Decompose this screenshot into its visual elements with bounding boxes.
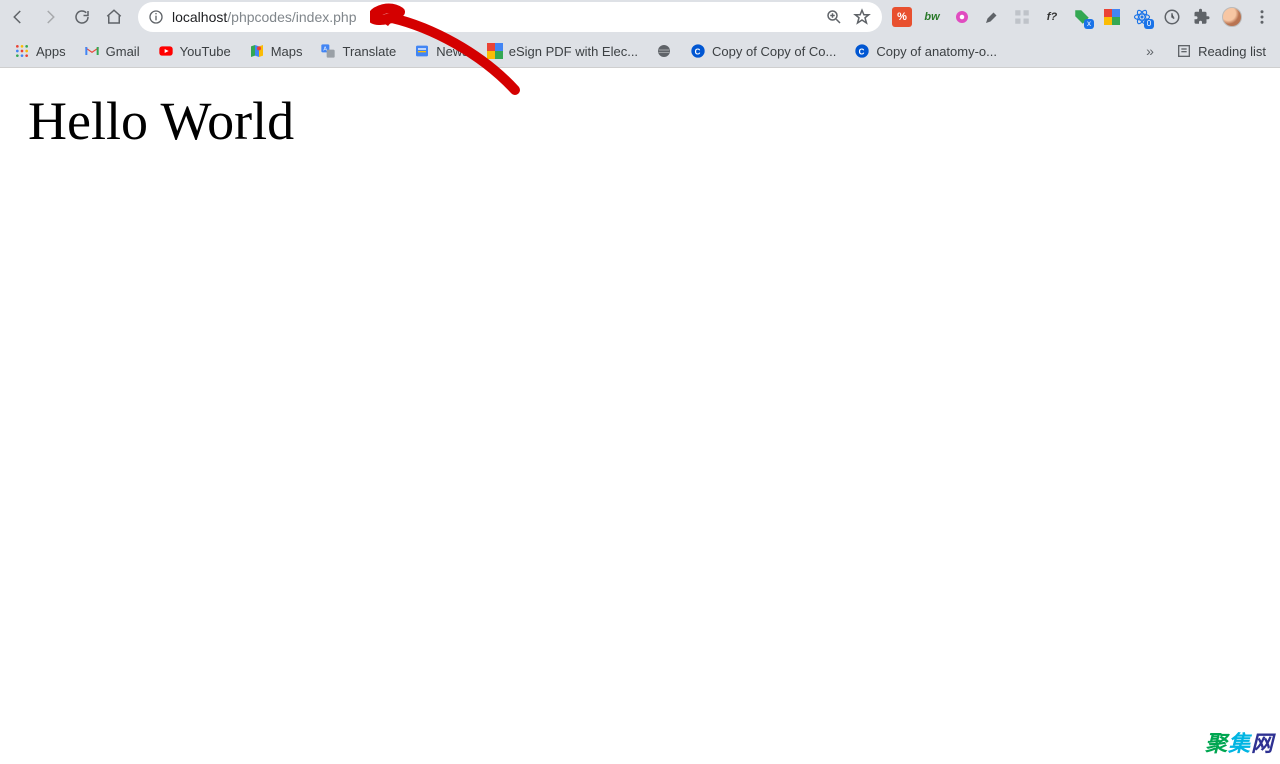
bookmark-youtube[interactable]: YouTube	[152, 39, 237, 63]
browser-chrome: localhost/phpcodes/index.php % bw f?	[0, 0, 1280, 68]
reading-list-icon	[1176, 43, 1192, 59]
profile-avatar[interactable]	[1222, 7, 1242, 27]
bookmark-label: Copy of anatomy-o...	[876, 44, 997, 59]
globe-icon	[656, 43, 672, 59]
arrow-left-icon	[9, 8, 27, 26]
bookmark-label: News	[436, 44, 469, 59]
home-button[interactable]	[100, 3, 128, 31]
site-info-icon[interactable]	[148, 9, 164, 25]
ext-record-icon[interactable]	[952, 7, 972, 27]
page-heading: Hello World	[28, 90, 1252, 152]
page-content: Hello World	[0, 68, 1280, 174]
arrow-right-icon	[41, 8, 59, 26]
maps-icon	[249, 43, 265, 59]
ext-whatfont-icon[interactable]: f?	[1042, 7, 1062, 27]
chevron-right-icon: »	[1142, 43, 1158, 59]
bookmark-label: Maps	[271, 44, 303, 59]
watermark: 聚集网	[1205, 726, 1274, 758]
chrome-menu-icon[interactable]	[1252, 7, 1272, 27]
extensions-puzzle-icon[interactable]	[1192, 7, 1212, 27]
ext-colors-icon[interactable]	[1102, 7, 1122, 27]
ext-red-icon[interactable]: %	[892, 7, 912, 27]
svg-text:C: C	[695, 47, 701, 56]
youtube-icon	[158, 43, 174, 59]
bookmarks-bar: Apps Gmail YouTube Maps A Translate	[0, 34, 1280, 68]
ext-react-icon[interactable]: 0	[1132, 7, 1152, 27]
address-bar[interactable]: localhost/phpcodes/index.php	[138, 2, 882, 32]
esign-icon	[487, 43, 503, 59]
bookmark-gmail[interactable]: Gmail	[78, 39, 146, 63]
url-path: /phpcodes/index.php	[227, 9, 356, 25]
reading-list-button[interactable]: Reading list	[1170, 39, 1272, 63]
url-text: localhost/phpcodes/index.php	[172, 9, 356, 25]
coursera-icon: C	[690, 43, 706, 59]
ext-tag-icon[interactable]: x	[1072, 7, 1092, 27]
reload-button[interactable]	[68, 3, 96, 31]
gmail-icon	[84, 43, 100, 59]
bookmark-copy2[interactable]: C Copy of anatomy-o...	[848, 39, 1003, 63]
news-icon	[414, 43, 430, 59]
ext-tag-badge: x	[1084, 19, 1094, 29]
extension-icons: % bw f? x 0	[892, 7, 1274, 27]
bookmark-translate[interactable]: A Translate	[314, 39, 402, 63]
svg-text:A: A	[324, 46, 328, 52]
bookmark-label: Copy of Copy of Co...	[712, 44, 836, 59]
forward-button[interactable]	[36, 3, 64, 31]
ext-grid-icon[interactable]	[1012, 7, 1032, 27]
bookmark-overflow[interactable]: »	[1136, 39, 1164, 63]
bookmark-esign[interactable]: eSign PDF with Elec...	[481, 39, 644, 63]
bookmark-label: Reading list	[1198, 44, 1266, 59]
translate-icon: A	[320, 43, 336, 59]
watermark-text: 聚集网	[1205, 731, 1274, 756]
bookmark-label: Apps	[36, 44, 66, 59]
url-host: localhost	[172, 9, 227, 25]
bookmark-globe[interactable]	[650, 39, 678, 63]
svg-text:C: C	[859, 47, 865, 56]
coursera-icon: C	[854, 43, 870, 59]
ext-react-badge: 0	[1144, 19, 1154, 29]
ext-clock-icon[interactable]	[1162, 7, 1182, 27]
bookmark-label: Translate	[342, 44, 396, 59]
ext-bw-icon[interactable]: bw	[922, 7, 942, 27]
bookmark-label: Gmail	[106, 44, 140, 59]
toolbar: localhost/phpcodes/index.php % bw f?	[0, 0, 1280, 34]
apps-icon	[14, 43, 30, 59]
bookmark-star-icon[interactable]	[852, 7, 872, 27]
reload-icon	[73, 8, 91, 26]
zoom-icon[interactable]	[824, 7, 844, 27]
bookmark-maps[interactable]: Maps	[243, 39, 309, 63]
ext-eyedropper-icon[interactable]	[982, 7, 1002, 27]
bookmark-copy1[interactable]: C Copy of Copy of Co...	[684, 39, 842, 63]
back-button[interactable]	[4, 3, 32, 31]
bookmark-news[interactable]: News	[408, 39, 475, 63]
bookmark-label: YouTube	[180, 44, 231, 59]
home-icon	[105, 8, 123, 26]
bookmark-apps[interactable]: Apps	[8, 39, 72, 63]
bookmark-label: eSign PDF with Elec...	[509, 44, 638, 59]
